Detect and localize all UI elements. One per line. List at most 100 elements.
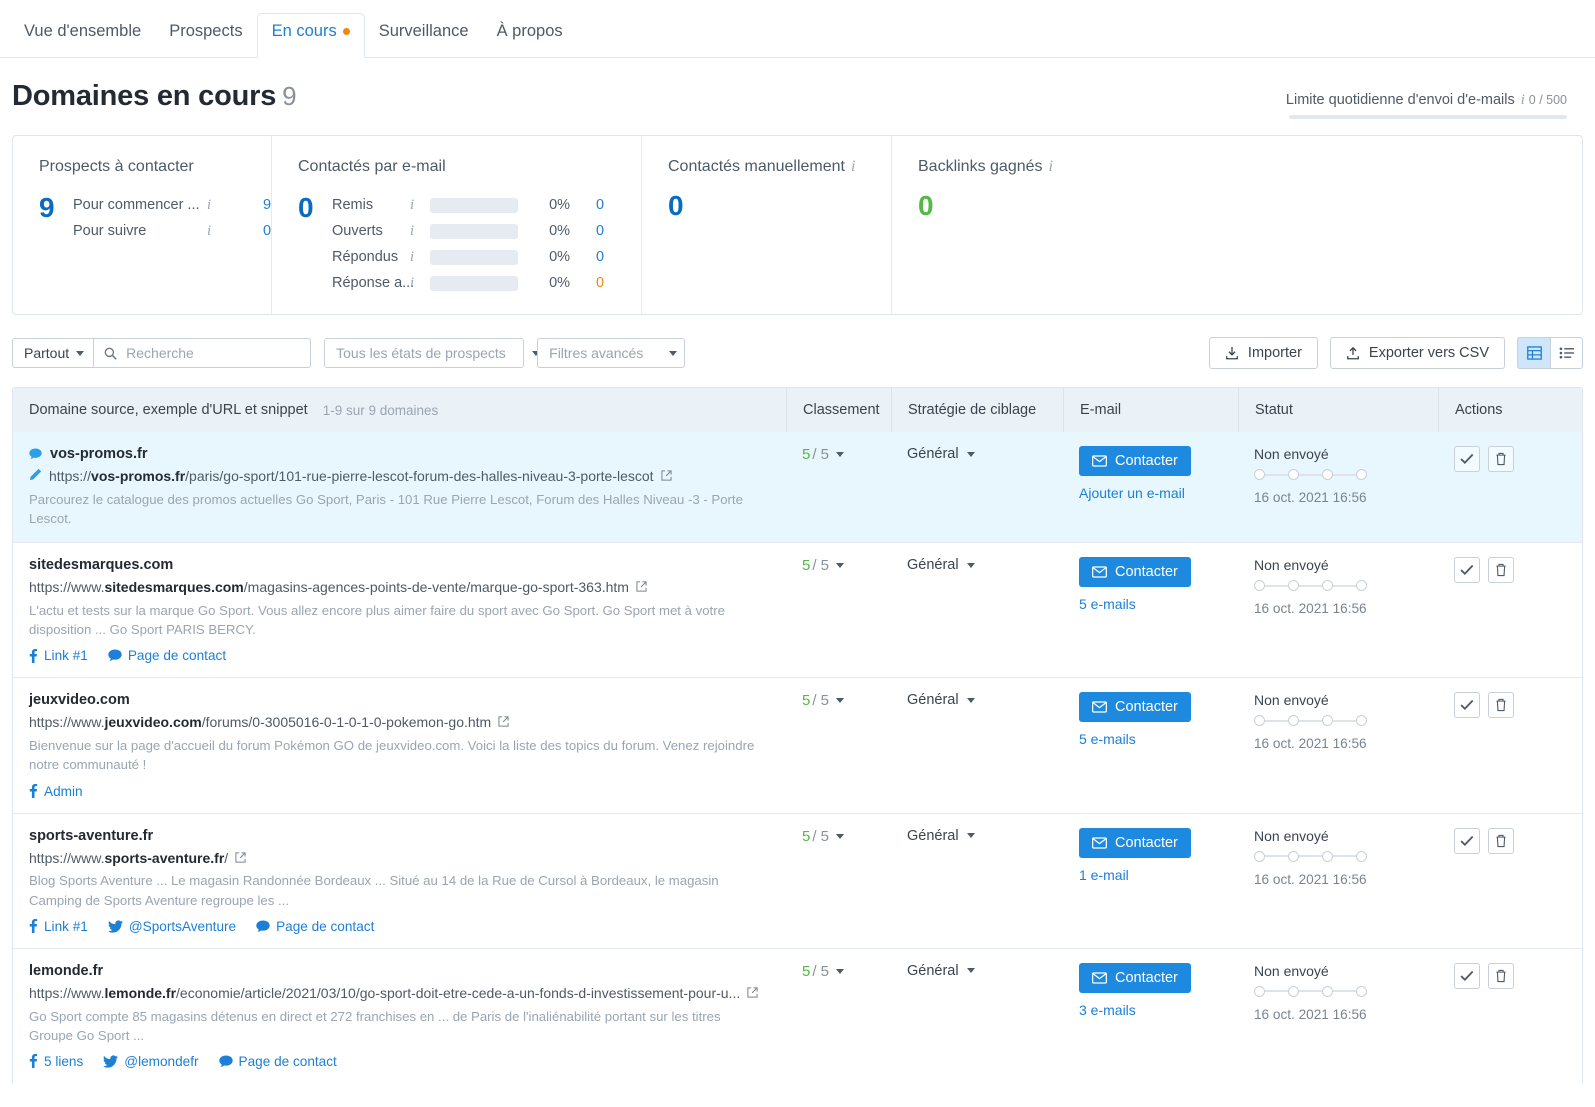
rank-dropdown[interactable]: 5/ 5 — [802, 557, 875, 574]
info-icon[interactable]: i — [1521, 92, 1525, 108]
tab-label: Surveillance — [378, 22, 469, 40]
domain-url[interactable]: https://www.jeuxvideo.com/forums/0-30050… — [29, 713, 491, 732]
column-header-strategy[interactable]: Stratégie de ciblage — [891, 388, 1063, 432]
rank-total: / 5 — [812, 557, 830, 575]
url-path: /magasins-agences-points-de-vente/marque… — [243, 579, 629, 596]
table-row[interactable]: vos-promos.fr https://vos-promos.fr/paris… — [13, 432, 1582, 543]
mark-done-button[interactable] — [1454, 962, 1480, 989]
domain-name-row: jeuxvideo.com — [29, 692, 770, 708]
rank-dropdown[interactable]: 5/ 5 — [802, 963, 875, 980]
tab-label: Prospects — [169, 22, 243, 40]
prospect-link[interactable]: Page de contact — [218, 1054, 337, 1069]
info-icon[interactable]: i — [410, 249, 414, 266]
search-box[interactable] — [93, 338, 312, 368]
tab-surveillance[interactable]: Surveillance — [365, 14, 483, 57]
contact-button[interactable]: Contacter — [1079, 827, 1191, 858]
tab-prospects[interactable]: Prospects — [155, 14, 256, 57]
delete-button[interactable] — [1488, 962, 1514, 989]
domain-url[interactable]: https://vos-promos.fr/paris/go-sport/101… — [49, 467, 654, 486]
email-sublink[interactable]: 1 e-mail — [1079, 867, 1222, 883]
edit-pencil-icon[interactable] — [29, 468, 42, 481]
external-link-icon[interactable] — [747, 987, 758, 998]
strategy-dropdown[interactable]: Général — [907, 828, 1047, 844]
delete-button[interactable] — [1488, 692, 1514, 719]
external-link-icon[interactable] — [636, 581, 647, 592]
domain-name[interactable]: sports-aventure.fr — [29, 828, 153, 844]
rank-dropdown[interactable]: 5/ 5 — [802, 692, 875, 709]
strategy-dropdown[interactable]: Général — [907, 963, 1047, 979]
strategy-dropdown[interactable]: Général — [907, 446, 1047, 462]
table-row[interactable]: sports-aventure.fr https://www.sports-ave… — [13, 812, 1582, 948]
mark-done-button[interactable] — [1454, 557, 1480, 584]
prospect-link[interactable]: Page de contact — [256, 919, 374, 934]
domain-url[interactable]: https://www.lemonde.fr/economie/article/… — [29, 984, 740, 1003]
status-date: 16 oct. 2021 16:56 — [1254, 871, 1367, 887]
column-header-domain[interactable]: Domaine source, exemple d'URL et snippet… — [13, 388, 786, 432]
prospect-link[interactable]: Admin — [29, 784, 83, 799]
column-header-status[interactable]: Statut — [1238, 388, 1438, 432]
table-row[interactable]: jeuxvideo.com https://www.jeuxvideo.com/f… — [13, 677, 1582, 812]
metric-progress-bar — [430, 275, 519, 291]
column-header-email[interactable]: E-mail — [1063, 388, 1238, 432]
info-icon[interactable]: i — [410, 223, 414, 240]
rank-dropdown[interactable]: 5/ 5 — [802, 828, 875, 845]
prospect-link[interactable]: @lemondefr — [103, 1054, 199, 1069]
domain-name[interactable]: lemonde.fr — [29, 963, 103, 979]
prospect-link[interactable]: @SportsAventure — [107, 919, 236, 934]
status-step-dot — [1254, 985, 1265, 997]
export-csv-button[interactable]: Exporter vers CSV — [1329, 337, 1505, 369]
import-label: Importer — [1247, 345, 1302, 361]
list-view-button[interactable] — [1550, 337, 1583, 369]
info-icon[interactable]: i — [410, 275, 414, 292]
scope-dropdown[interactable]: Partout — [12, 338, 94, 368]
mark-done-button[interactable] — [1454, 692, 1480, 719]
grid-view-button[interactable] — [1517, 337, 1550, 369]
prospect-link[interactable]: Link #1 — [29, 648, 88, 663]
tab-en-cours[interactable]: En cours — [256, 13, 365, 58]
domain-name[interactable]: jeuxvideo.com — [29, 692, 130, 708]
column-header-rank[interactable]: Classement — [786, 388, 891, 432]
external-link-icon[interactable] — [498, 716, 509, 727]
domain-name[interactable]: vos-promos.fr — [50, 446, 148, 462]
tab-propos[interactable]: À propos — [483, 14, 577, 57]
email-sublink[interactable]: 5 e-mails — [1079, 731, 1222, 747]
prospect-link[interactable]: Page de contact — [108, 648, 226, 663]
strategy-dropdown[interactable]: Général — [907, 557, 1047, 573]
advanced-filters-dropdown[interactable]: Filtres avancés — [537, 338, 686, 368]
contact-button[interactable]: Contacter — [1079, 692, 1191, 723]
delete-button[interactable] — [1488, 446, 1514, 472]
external-link-icon[interactable] — [235, 851, 246, 863]
mark-done-button[interactable] — [1454, 827, 1480, 854]
info-icon[interactable]: i — [410, 197, 414, 214]
speech-bubble-icon — [29, 448, 42, 460]
search-input[interactable] — [124, 344, 301, 362]
import-button[interactable]: Importer — [1208, 337, 1318, 369]
tab-vue-d-ensemble[interactable]: Vue d'ensemble — [10, 14, 155, 57]
prospect-state-dropdown[interactable]: Tous les états de prospects — [324, 338, 540, 368]
delete-button[interactable] — [1488, 557, 1514, 584]
chevron-down-icon — [836, 698, 845, 704]
delete-button[interactable] — [1488, 827, 1514, 854]
email-sublink[interactable]: Ajouter un e-mail — [1079, 485, 1222, 501]
rank-dropdown[interactable]: 5/ 5 — [802, 446, 875, 463]
strategy-dropdown[interactable]: Général — [907, 692, 1047, 708]
prospect-link[interactable]: Link #1 — [29, 919, 88, 934]
mark-done-button[interactable] — [1454, 446, 1480, 472]
contact-button[interactable]: Contacter — [1079, 446, 1191, 476]
stats-prospects-list: Pour commencer ... i 9 Pour suivre i 0 — [73, 192, 271, 244]
email-sublink[interactable]: 5 e-mails — [1079, 596, 1222, 612]
contact-button[interactable]: Contacter — [1079, 557, 1191, 588]
contact-button[interactable]: Contacter — [1079, 962, 1191, 993]
external-link-icon[interactable] — [660, 470, 672, 481]
table-row[interactable]: lemonde.fr https://www.lemonde.fr/economi… — [13, 947, 1582, 1083]
info-icon[interactable]: i — [1049, 158, 1053, 175]
status-step-line — [1333, 584, 1356, 587]
domain-url[interactable]: https://www.sitedesmarques.com/magasins-… — [29, 578, 629, 597]
email-sublink[interactable]: 3 e-mails — [1079, 1002, 1222, 1018]
info-icon[interactable]: i — [851, 158, 855, 175]
prospect-link[interactable]: 5 liens — [29, 1054, 83, 1069]
table-row[interactable]: sitedesmarques.com https://www.sitedesmar… — [13, 542, 1582, 677]
domain-name[interactable]: sitedesmarques.com — [29, 557, 173, 573]
domain-url[interactable]: https://www.sports-aventure.fr/ — [29, 849, 228, 868]
cell-email: Contacter 1 e-mail — [1063, 814, 1238, 948]
